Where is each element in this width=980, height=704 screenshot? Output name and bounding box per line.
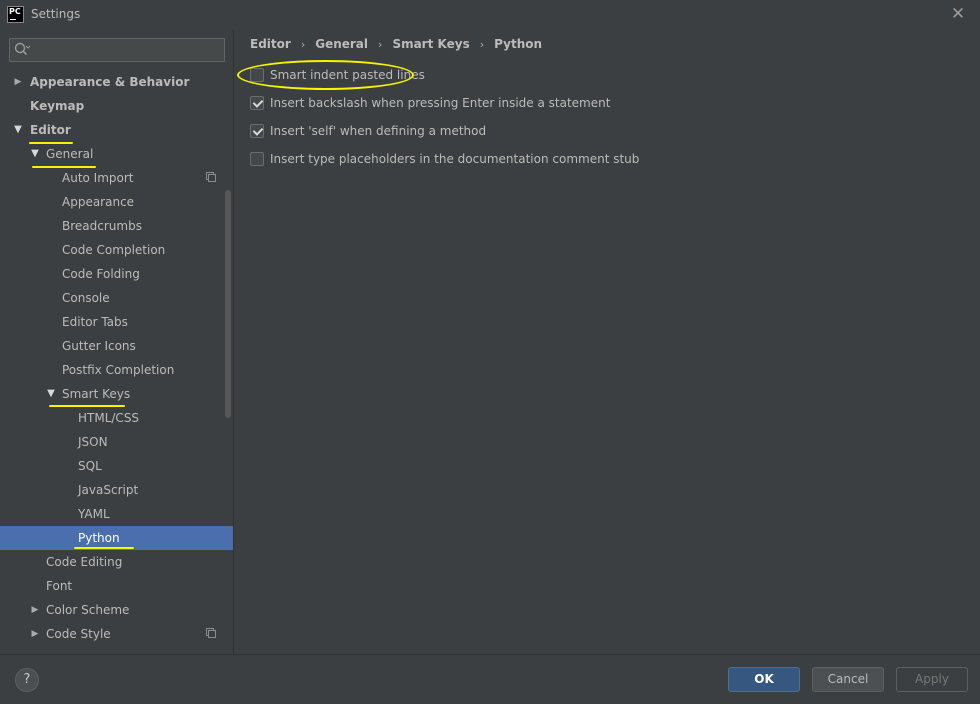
- footer-divider: [0, 654, 980, 655]
- breadcrumb-item-smart-keys[interactable]: Smart Keys: [392, 37, 469, 51]
- triangle-down-icon[interactable]: ▼: [46, 382, 56, 406]
- breadcrumb-separator: ›: [300, 38, 306, 51]
- type-placeholders-checkbox[interactable]: [250, 152, 264, 166]
- apply-button[interactable]: Apply: [896, 667, 968, 692]
- tree-item-font[interactable]: Font: [0, 574, 233, 598]
- breadcrumb-item-editor[interactable]: Editor: [250, 37, 291, 51]
- copy-icon: [206, 172, 216, 182]
- sidebar-divider: [233, 30, 234, 654]
- close-icon[interactable]: ✕: [948, 3, 968, 25]
- tree-item-appearance-behavior[interactable]: ▶ Appearance & Behavior: [0, 70, 233, 94]
- tree-item-color-scheme[interactable]: ▶ Color Scheme: [0, 598, 233, 622]
- tree-item-keymap[interactable]: Keymap: [0, 94, 233, 118]
- settings-sidebar: ▶ Appearance & Behavior Keymap ▼ Editor …: [0, 30, 233, 654]
- breadcrumb-item-general[interactable]: General: [315, 37, 368, 51]
- tree-item-javascript[interactable]: JavaScript: [0, 478, 233, 502]
- triangle-right-icon[interactable]: ▶: [30, 598, 40, 622]
- tree-item-gutter-icons[interactable]: Gutter Icons: [0, 334, 233, 358]
- pycharm-logo-icon: PC: [7, 6, 24, 23]
- breadcrumb-item-python: Python: [494, 37, 543, 51]
- title-bar: PC Settings ✕: [0, 0, 980, 30]
- tree-item-code-completion[interactable]: Code Completion: [0, 238, 233, 262]
- tree-item-editor-tabs[interactable]: Editor Tabs: [0, 310, 233, 334]
- ok-button[interactable]: OK: [728, 667, 800, 692]
- annotation-highlight-oval: [237, 60, 414, 90]
- triangle-down-icon[interactable]: ▼: [30, 142, 40, 166]
- breadcrumb-separator: ›: [378, 38, 383, 51]
- breadcrumb: Editor › General › Smart Keys › Python: [250, 37, 542, 53]
- search-icon[interactable]: [13, 41, 31, 59]
- annotation-underline: [74, 547, 134, 549]
- sidebar-scrollbar[interactable]: [225, 190, 231, 418]
- insert-self-checkbox[interactable]: [250, 124, 264, 138]
- tree-item-console[interactable]: Console: [0, 286, 233, 310]
- tree-item-code-editing[interactable]: Code Editing: [0, 550, 233, 574]
- tree-item-smart-keys[interactable]: ▼ Smart Keys: [0, 382, 233, 406]
- annotation-underline: [49, 405, 125, 407]
- tree-item-postfix-completion[interactable]: Postfix Completion: [0, 358, 233, 382]
- tree-item-code-style[interactable]: ▶ Code Style: [0, 622, 233, 646]
- copy-icon: [206, 628, 216, 638]
- tree-item-auto-import[interactable]: Auto Import: [0, 166, 233, 190]
- tree-item-general[interactable]: ▼ General: [0, 142, 233, 166]
- window-title: Settings: [31, 7, 81, 21]
- search-input[interactable]: [36, 41, 220, 59]
- breadcrumb-separator: ›: [479, 38, 485, 51]
- help-button[interactable]: ?: [15, 668, 39, 692]
- tree-item-json[interactable]: JSON: [0, 430, 233, 454]
- tree-item-breadcrumbs[interactable]: Breadcrumbs: [0, 214, 233, 238]
- tree-item-appearance[interactable]: Appearance: [0, 190, 233, 214]
- tree-item-editor[interactable]: ▼ Editor: [0, 118, 233, 142]
- triangle-down-icon[interactable]: ▼: [13, 118, 23, 142]
- triangle-right-icon[interactable]: ▶: [30, 622, 40, 646]
- search-field[interactable]: [9, 38, 225, 62]
- insert-backslash-checkbox[interactable]: [250, 96, 264, 110]
- tree-item-yaml[interactable]: YAML: [0, 502, 233, 526]
- annotation-underline: [32, 166, 96, 168]
- annotation-underline: [29, 142, 73, 144]
- triangle-right-icon[interactable]: ▶: [13, 70, 23, 94]
- tree-item-sql[interactable]: SQL: [0, 454, 233, 478]
- tree-item-html-css[interactable]: HTML/CSS: [0, 406, 233, 430]
- cancel-button[interactable]: Cancel: [812, 667, 884, 692]
- tree-item-code-folding[interactable]: Code Folding: [0, 262, 233, 286]
